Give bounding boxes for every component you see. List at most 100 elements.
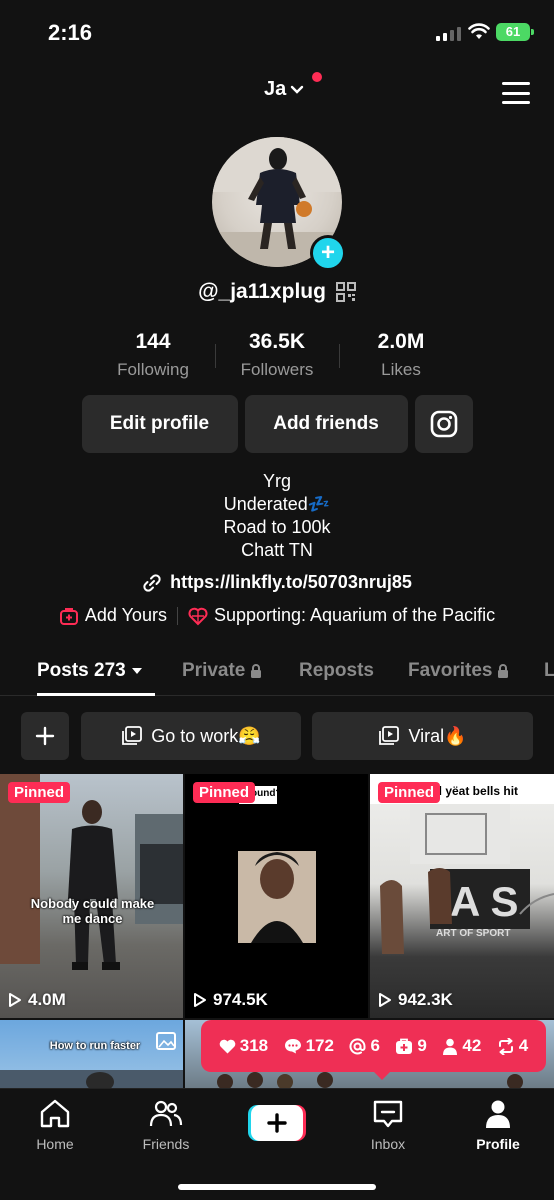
bio-line: Underated💤 — [223, 494, 331, 514]
stat-likes[interactable]: 2.0M Likes — [339, 330, 463, 380]
mentions-count: 6 — [349, 1036, 380, 1056]
repost-icon — [498, 1037, 513, 1055]
status-bar: 2:16 61 — [0, 0, 554, 64]
nav-label: Inbox — [370, 1136, 406, 1152]
chip-divider — [176, 606, 178, 625]
tab-label: Private — [182, 660, 246, 681]
stat-value: 144 — [135, 330, 171, 353]
tab-posts[interactable]: Posts 273 — [37, 660, 143, 682]
view-count-value: 942.3K — [398, 990, 453, 1009]
stat-followers[interactable]: 36.5K Followers — [215, 330, 339, 380]
stat-label: Following — [117, 360, 189, 379]
video-thumbnail[interactable]: A S ART OF SPORT rd yëat bells hit Pinne… — [370, 774, 554, 1018]
nav-label: Friends — [142, 1136, 190, 1152]
heart-icon — [219, 1039, 236, 1053]
tab-label: Favorites — [408, 660, 493, 681]
bio-link-text: https://linkfly.to/50703nruj85 — [170, 572, 412, 592]
nav-label: Home — [36, 1136, 74, 1152]
nav-home[interactable]: Home — [10, 1099, 100, 1152]
nav-inbox[interactable]: Inbox — [343, 1099, 433, 1152]
add-yours-icon — [59, 607, 78, 625]
create-video-button[interactable] — [248, 1105, 306, 1141]
video-thumbnail[interactable]: ound? Pinned 974.5K — [185, 774, 368, 1018]
view-count-value: 974.5K — [213, 990, 268, 1009]
add-yours-count: 9 — [395, 1036, 427, 1056]
profile-actions: Edit profile Add friends — [0, 395, 554, 453]
followers-value: 42 — [462, 1036, 482, 1055]
pinned-badge: Pinned — [378, 782, 441, 803]
pinned-badge: Pinned — [193, 782, 256, 803]
pinned-badge: Pinned — [8, 782, 71, 803]
playlist-label: Go to work😤 — [151, 725, 261, 746]
edit-profile-button[interactable]: Edit profile — [81, 395, 238, 453]
tab-label: Reposts — [299, 660, 374, 681]
add-yours-value: 9 — [417, 1036, 427, 1055]
qr-code-icon[interactable] — [335, 282, 356, 302]
tab-liked[interactable]: L — [544, 660, 554, 682]
chevron-down-icon — [291, 85, 304, 94]
add-friends-button[interactable]: Add friends — [244, 395, 408, 453]
playlist-go-to-work[interactable]: Go to work😤 — [81, 712, 301, 760]
svg-text:ART OF SPORT: ART OF SPORT — [436, 928, 510, 939]
cellular-signal-icon — [436, 27, 461, 41]
video-thumbnail[interactable]: Nobody could make me dance Pinned 4.0M — [0, 774, 183, 1018]
add-playlist-button[interactable] — [21, 712, 69, 760]
comments-value: 172 — [305, 1036, 334, 1055]
stat-label: Followers — [240, 360, 314, 379]
add-story-button[interactable]: + — [310, 235, 346, 271]
engagement-summary-popup[interactable]: 318 172 6 9 42 4 — [201, 1020, 546, 1080]
profile-tabs: Posts 273 Private Reposts Favorites L — [0, 650, 554, 696]
likes-count: 318 — [219, 1036, 268, 1056]
profile-header: Ja — [0, 72, 554, 116]
supporting-chip[interactable]: Supporting: Aquarium of the Pacific — [188, 605, 495, 626]
account-name: Ja — [264, 78, 287, 100]
wifi-icon — [468, 23, 490, 39]
tab-reposts[interactable]: Reposts — [299, 660, 374, 682]
bio-line: Chatt TN — [241, 540, 313, 560]
bio: Yrg Underated💤 Road to 100k Chatt TN — [0, 470, 554, 562]
nav-friends[interactable]: Friends — [121, 1099, 211, 1152]
instagram-button[interactable] — [414, 395, 473, 453]
account-switcher[interactable]: Ja — [264, 78, 304, 101]
svg-text:A S: A S — [450, 878, 518, 925]
video-caption: ound? — [251, 788, 282, 799]
supporting-label: Supporting: Aquarium of the Pacific — [213, 605, 496, 625]
tab-private[interactable]: Private — [182, 660, 262, 682]
bio-link[interactable]: https://linkfly.to/50703nruj85 — [0, 572, 554, 593]
video-caption: rd yëat bells hit — [430, 784, 519, 798]
plus-icon — [248, 1105, 306, 1141]
add-yours-chip[interactable]: Add Yours — [59, 605, 167, 626]
video-caption: Nobody could make me dance — [30, 896, 155, 926]
tab-favorites[interactable]: Favorites — [408, 660, 509, 682]
inbox-icon — [373, 1100, 403, 1128]
lock-icon — [498, 664, 509, 678]
person-icon — [443, 1038, 458, 1055]
lock-icon — [251, 664, 262, 678]
play-icon — [194, 993, 206, 1007]
stat-value: 2.0M — [377, 330, 425, 353]
hamburger-menu-icon[interactable] — [502, 82, 530, 104]
tab-label: Posts 273 — [37, 660, 126, 681]
plus-icon — [35, 726, 55, 746]
play-icon — [9, 993, 21, 1007]
active-tab-indicator — [37, 693, 155, 696]
stat-following[interactable]: 144 Following — [91, 330, 215, 380]
nav-profile[interactable]: Profile — [453, 1099, 543, 1152]
mentions-value: 6 — [370, 1036, 380, 1055]
likes-value: 318 — [239, 1036, 269, 1055]
view-count: 4.0M — [8, 990, 66, 1010]
playlist-viral[interactable]: Viral🔥 — [312, 712, 533, 760]
status-time: 2:16 — [48, 20, 93, 45]
play-icon — [379, 993, 391, 1007]
at-mention-icon — [349, 1037, 366, 1054]
profile-avatar[interactable]: + — [212, 137, 346, 271]
profile-stats: 144 Following 36.5K Followers 2.0M Likes — [0, 330, 554, 380]
stat-label: Likes — [381, 360, 421, 379]
video-thumbnail-image: A S ART OF SPORT — [370, 774, 554, 954]
battery-indicator: 61 — [496, 23, 534, 41]
profile-icon — [486, 1100, 510, 1128]
video-thumbnail-image — [0, 1070, 183, 1090]
video-thumbnail[interactable]: How to run faster — [0, 1020, 183, 1090]
friends-icon — [149, 1100, 183, 1127]
home-indicator — [178, 1184, 376, 1190]
